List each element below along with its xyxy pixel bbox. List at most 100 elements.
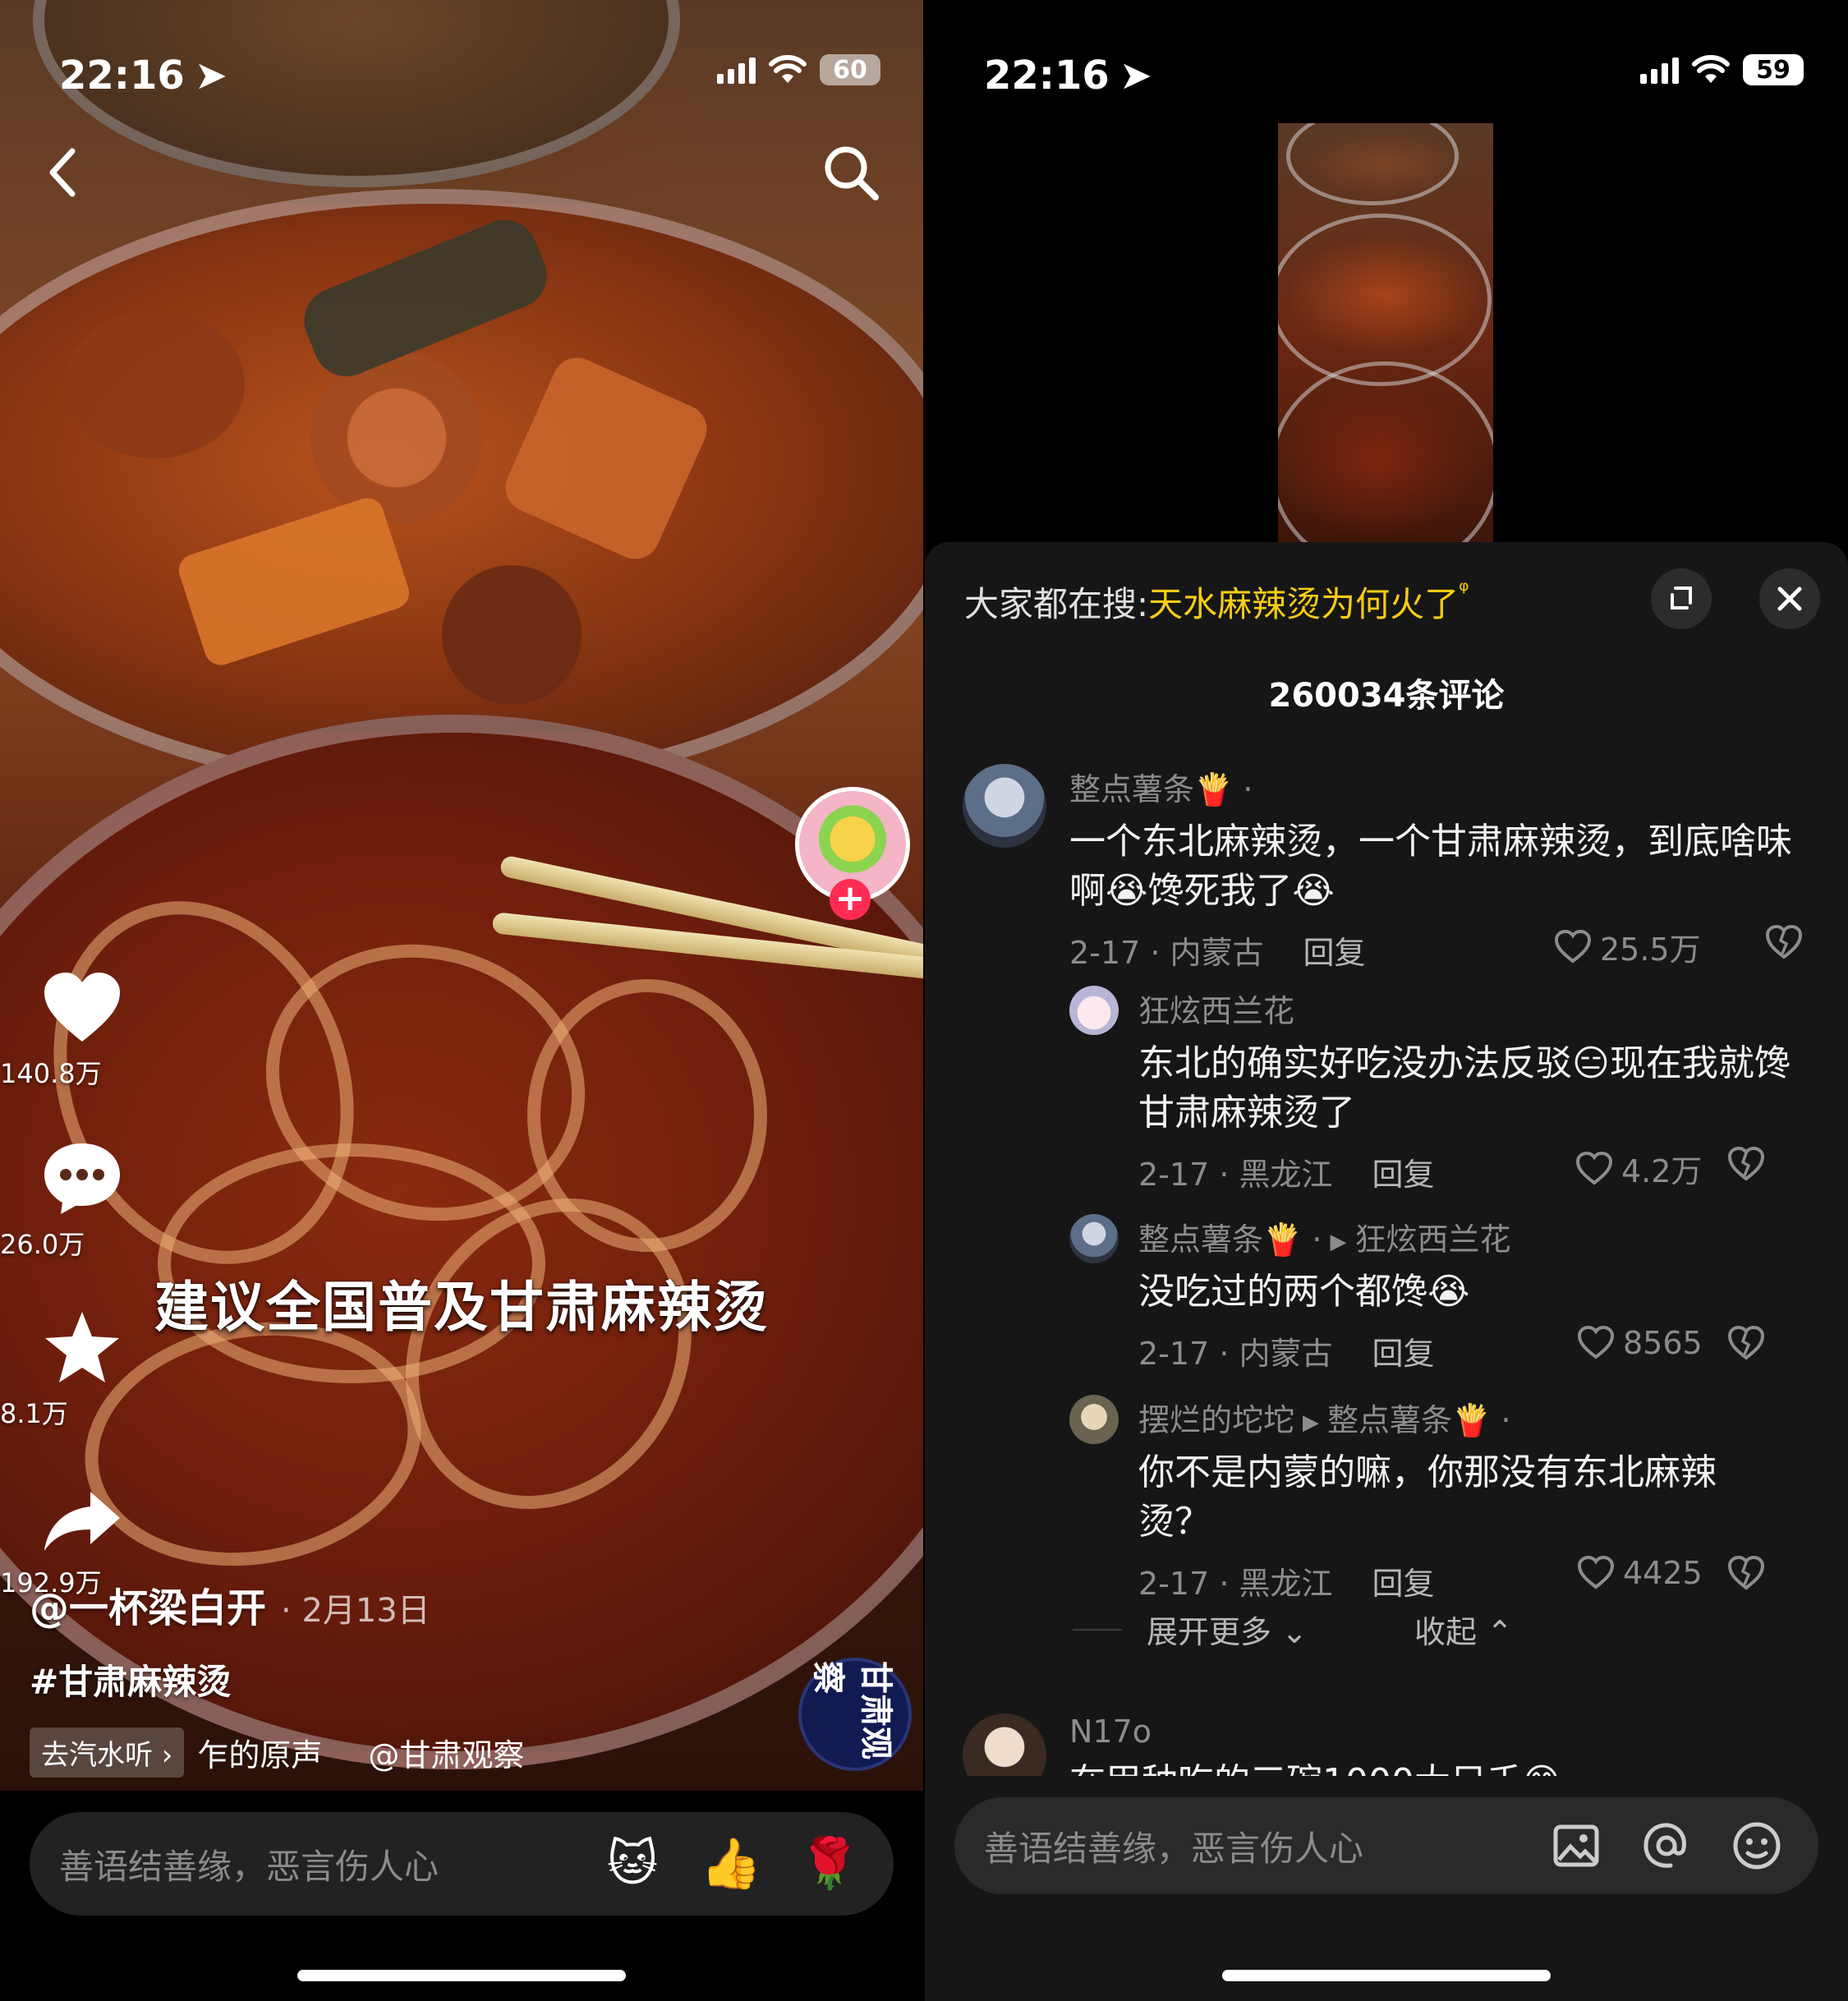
video-meta: @一杯梁白开 · 2月13日 #甘肃麻辣烫 去汽水听 › 乍的原声 @甘肃观察 [30, 1576, 736, 1778]
food-plate [0, 189, 923, 794]
comment-username: 整点薯条🍟 · ▶ 狂炫西兰花 [1138, 1214, 1812, 1259]
comment-bar: 善语结善缘，恶言伤人心 🐱 👍 🌹 [0, 1792, 923, 2001]
comment-username[interactable]: N17o [1069, 1714, 1809, 1750]
follow-button[interactable]: + [830, 879, 871, 920]
status-time: 22:16 ➤ [59, 53, 228, 99]
meatball [442, 565, 582, 705]
comment-like-count: 4.2万 [1621, 1153, 1703, 1189]
collapse-button[interactable]: 收起 ⌃ [1414, 1607, 1513, 1652]
comment-like-button[interactable]: 25.5万 [1554, 924, 1701, 969]
dislike-button[interactable] [1726, 1555, 1766, 1598]
star-icon [45, 1312, 119, 1382]
location-arrow-icon: ➤ [194, 53, 228, 99]
comment-like-count: 8565 [1623, 1325, 1703, 1361]
reply-target[interactable]: 狂炫西兰花 [1354, 1221, 1510, 1258]
comment-bubble-icon [44, 1143, 120, 1214]
comment-text: 没吃过的两个都馋😭 [1138, 1271, 1470, 1313]
noodle-strand [527, 979, 767, 1252]
emoji-picker-button[interactable] [1728, 1817, 1786, 1874]
heart-outline-icon [1554, 929, 1592, 964]
comment-button[interactable]: 26.0万 [0, 1140, 164, 1262]
comment-like-button[interactable]: 8565 [1577, 1325, 1703, 1361]
replies-toggle-row: 展开更多 ⌄ 收起 ⌃ [1073, 1607, 1513, 1652]
quick-emoji-thumbs-up[interactable]: 👍 [696, 1829, 765, 1898]
broken-heart-icon [1765, 924, 1803, 959]
heart-outline-icon [1577, 1556, 1615, 1589]
mention-button[interactable] [1638, 1817, 1695, 1874]
comment-text: 东北的确实好吃没办法反驳😑现在我就馋甘肃麻辣烫了 [1138, 1042, 1791, 1134]
reply-button[interactable]: 回复 [1303, 935, 1365, 971]
reply-target[interactable]: 整点薯条🍟 · [1327, 1402, 1510, 1438]
dislike-button[interactable] [1726, 1146, 1766, 1189]
music-disc[interactable]: 甘肃观察 [798, 1658, 912, 1771]
location-arrow-icon: ➤ [1119, 53, 1153, 99]
expand-more-button[interactable]: 展开更多 ⌄ [1147, 1607, 1308, 1652]
reply-author[interactable]: 摆烂的坨坨 [1138, 1402, 1294, 1438]
search-small-icon: ᵠ [1459, 577, 1469, 605]
author-name[interactable]: @一杯梁白开 [30, 1585, 266, 1631]
comment-item: N17o 在甲种吃的三碗1000大只千😊 [963, 1714, 1817, 1778]
comment-meta: 2-17 · 黑龙江 回复 4425 [1138, 1555, 1812, 1602]
favorite-count: 8.1万 [0, 1398, 68, 1429]
comments-panel: 22:16 ➤ 59 大家都在搜:天水麻辣烫为何火了ᵠ 260034条评论 整点薯… [925, 0, 1848, 2001]
open-in-qishui-button[interactable]: 去汽水听 › [30, 1727, 185, 1778]
like-button[interactable]: 140.8万 [0, 971, 164, 1091]
food-piece [64, 310, 245, 458]
comment-like-button[interactable]: 4425 [1577, 1555, 1703, 1591]
image-picker-button[interactable] [1547, 1817, 1605, 1874]
user-avatar[interactable] [963, 1714, 1046, 1778]
comment-input[interactable]: 善语结善缘，恶言伤人心 🐱 👍 🌹 [30, 1812, 894, 1916]
comment-input-placeholder: 善语结善缘，恶言伤人心 [984, 1828, 1364, 1869]
close-sheet-button[interactable] [1759, 568, 1820, 629]
comment-date-location: 2-17 · 黑龙江 [1138, 1157, 1333, 1193]
wifi-icon [1692, 55, 1730, 83]
home-indicator[interactable] [1222, 1970, 1551, 1981]
comment-text: 你不是内蒙的嘛，你那没有东北麻辣烫？ [1138, 1451, 1717, 1543]
suggestion-keyword[interactable]: 天水麻辣烫为何火了 [1148, 584, 1459, 624]
user-avatar[interactable] [1069, 1214, 1119, 1263]
quick-emoji-cat[interactable]: 🐱 [598, 1829, 667, 1898]
heart-icon [44, 973, 120, 1042]
comment-like-button[interactable]: 4.2万 [1575, 1146, 1702, 1191]
quick-emoji-rose[interactable]: 🌹 [795, 1829, 864, 1898]
expand-sheet-button[interactable] [1651, 568, 1712, 629]
comment-username[interactable]: 狂炫西兰花 [1138, 986, 1812, 1031]
home-indicator[interactable] [297, 1970, 626, 1981]
share-arrow-icon [44, 1492, 120, 1551]
reply-button[interactable]: 回复 [1372, 1566, 1434, 1602]
search-suggestion[interactable]: 大家都在搜:天水麻辣烫为何火了ᵠ [964, 577, 1469, 627]
reply-button[interactable]: 回复 [1372, 1157, 1434, 1193]
comment-count-title: 260034条评论 [1268, 677, 1505, 715]
reply-author[interactable]: 整点薯条🍟 · [1138, 1221, 1322, 1258]
comment-date-location: 2-17 · 内蒙古 [1138, 1336, 1333, 1372]
reply-button[interactable]: 回复 [1372, 1336, 1434, 1372]
hashtag-link[interactable]: #甘肃麻辣烫 [30, 1654, 736, 1704]
user-avatar[interactable] [963, 764, 1046, 848]
favorite-button[interactable]: 8.1万 [0, 1309, 164, 1431]
dislike-button[interactable] [1764, 924, 1804, 968]
sound-title[interactable]: 乍的原声 [197, 1730, 322, 1775]
comment-text: 一个东北麻辣烫，一个甘肃麻辣烫，到底啥味啊😭馋死我了😭 [1069, 821, 1792, 912]
cellular-signal-icon [1640, 56, 1679, 84]
comment-like-count: 4425 [1623, 1555, 1703, 1591]
user-avatar[interactable] [1069, 986, 1119, 1035]
dislike-button[interactable] [1726, 1325, 1766, 1368]
music-row: 去汽水听 › 乍的原声 @甘肃观察 [30, 1727, 736, 1778]
thumb-plate [1278, 361, 1493, 542]
status-bar: 22:16 ➤ 60 [0, 46, 923, 104]
comment-username[interactable]: 整点薯条🍟 · [1069, 764, 1809, 809]
like-count: 140.8万 [0, 1058, 102, 1089]
video-thumbnail[interactable] [1278, 123, 1493, 542]
broken-heart-icon [1727, 1146, 1765, 1181]
close-icon [1777, 586, 1802, 611]
comment-input[interactable]: 善语结善缘，恶言伤人心 [954, 1797, 1818, 1894]
comment-username: 摆烂的坨坨 ▶ 整点薯条🍟 · [1138, 1395, 1812, 1440]
chevron-up-icon: ⌃ [1487, 1614, 1513, 1650]
mention-link[interactable]: @甘肃观察 [368, 1730, 524, 1775]
user-avatar[interactable] [1069, 1395, 1119, 1444]
search-button[interactable] [818, 140, 884, 205]
comment-like-count: 25.5万 [1600, 932, 1701, 968]
suggestion-prefix: 大家都在搜: [964, 584, 1149, 624]
back-button[interactable] [39, 140, 89, 205]
comment-text: 在甲种吃的三碗1000大只千😊 [1069, 1758, 1809, 1778]
